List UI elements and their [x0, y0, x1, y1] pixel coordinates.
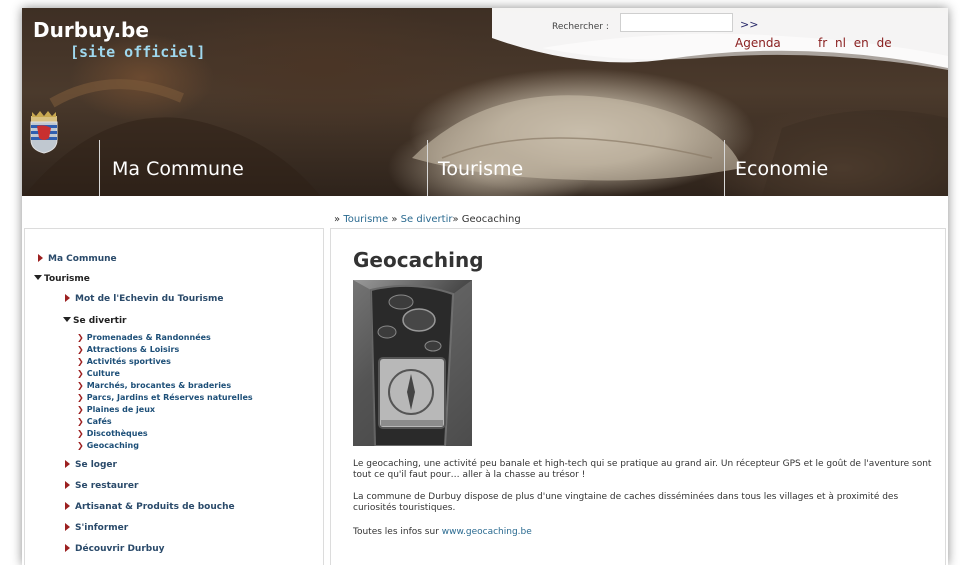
chevron-right-icon: ❯	[77, 441, 84, 450]
triangle-right-icon	[38, 254, 43, 262]
nav-separator	[99, 140, 100, 196]
lang-de-link[interactable]: de	[877, 36, 892, 50]
chevron-right-icon: ❯	[77, 429, 84, 438]
sidebar-item-label: Tourisme	[44, 274, 90, 284]
sidebar-item-label: S'informer	[75, 523, 129, 533]
content-paragraph-intro: Le geocaching, une activité peu banale e…	[353, 459, 932, 480]
sidebar-leaf-discotheques[interactable]: ❯ Discothèques	[77, 429, 148, 438]
sidebar-item-mot-echevin[interactable]: Mot de l'Echevin du Tourisme	[65, 294, 223, 304]
infos-text: Toutes les infos sur	[353, 527, 442, 537]
sidebar-item-ma-commune[interactable]: Ma Commune	[38, 254, 117, 264]
triangle-right-icon	[65, 544, 70, 552]
sidebar-item-label: Se divertir	[73, 316, 127, 326]
breadcrumb-separator: »	[334, 214, 341, 225]
sidebar-leaf-attractions[interactable]: ❯ Attractions & Loisirs	[77, 345, 179, 354]
sidebar-leaf-label: Plaines de jeux	[86, 405, 156, 414]
site-header-banner: Durbuy.be [site officiel] Rechercher : >…	[22, 8, 948, 196]
lang-fr-link[interactable]: fr	[818, 36, 827, 50]
sidebar-item-informer[interactable]: S'informer	[65, 523, 128, 533]
chevron-right-icon: ❯	[77, 357, 84, 366]
sidebar-leaf-label: Geocaching	[86, 441, 139, 450]
triangle-right-icon	[65, 481, 70, 489]
site-logo-name[interactable]: Durbuy.be	[33, 18, 149, 42]
triangle-down-icon	[34, 275, 42, 280]
nav-separator	[724, 140, 725, 196]
breadcrumb-current: Geocaching	[461, 214, 521, 225]
chevron-right-icon: ❯	[77, 345, 84, 354]
sidebar-item-tourisme[interactable]: Tourisme	[34, 274, 90, 284]
breadcrumb-separator: »	[452, 214, 459, 225]
breadcrumb-se-divertir[interactable]: Se divertir	[401, 214, 453, 225]
nav-ma-commune[interactable]: Ma Commune	[112, 158, 244, 180]
chevron-right-icon: ❯	[77, 393, 84, 402]
sidebar-leaf-label: Promenades & Randonnées	[86, 333, 211, 342]
sidebar-leaf-label: Culture	[86, 369, 120, 378]
sidebar-item-label: Mot de l'Echevin du Tourisme	[75, 294, 224, 304]
geocaching-website-link[interactable]: www.geocaching.be	[442, 527, 532, 537]
search-label: Rechercher :	[552, 22, 609, 32]
site-logo-subtitle[interactable]: [site officiel]	[70, 43, 205, 61]
nav-tourisme[interactable]: Tourisme	[438, 158, 523, 180]
sidebar-leaf-activites[interactable]: ❯ Activités sportives	[77, 357, 171, 366]
sidebar-item-se-loger[interactable]: Se loger	[65, 460, 117, 470]
sidebar-leaf-culture[interactable]: ❯ Culture	[77, 369, 120, 378]
nav-economie[interactable]: Economie	[735, 158, 828, 180]
nav-separator	[427, 140, 428, 196]
chevron-right-icon: ❯	[77, 381, 84, 390]
search-input[interactable]	[620, 13, 733, 32]
language-switcher: fr nl en de	[818, 36, 896, 50]
browser-page-frame: Durbuy.be [site officiel] Rechercher : >…	[22, 8, 948, 565]
triangle-down-icon	[63, 317, 71, 322]
sidebar-leaf-label: Parcs, Jardins et Réserves naturelles	[86, 393, 253, 402]
agenda-link[interactable]: Agenda	[735, 36, 781, 50]
sidebar-item-label: Se loger	[75, 460, 117, 470]
triangle-right-icon	[65, 523, 70, 531]
sidebar-item-se-divertir[interactable]: Se divertir	[63, 316, 126, 326]
gps-device-image	[353, 280, 472, 446]
breadcrumb-tourisme[interactable]: Tourisme	[343, 214, 388, 225]
sidebar-leaf-label: Cafés	[86, 417, 112, 426]
sidebar-leaf-label: Attractions & Loisirs	[86, 345, 180, 354]
sidebar-leaf-parcs[interactable]: ❯ Parcs, Jardins et Réserves naturelles	[77, 393, 253, 402]
sidebar-item-label: Se restaurer	[75, 481, 139, 491]
sidebar-leaf-marches[interactable]: ❯ Marchés, brocantes & braderies	[77, 381, 231, 390]
sidebar-item-label: Ma Commune	[48, 254, 117, 264]
sidebar-leaf-promenades[interactable]: ❯ Promenades & Randonnées	[77, 333, 211, 342]
sidebar-leaf-plaines[interactable]: ❯ Plaines de jeux	[77, 405, 155, 414]
breadcrumb-separator: »	[391, 214, 398, 225]
durbuy-crest-icon[interactable]	[27, 108, 61, 154]
sidebar-leaf-cafes[interactable]: ❯ Cafés	[77, 417, 112, 426]
content-paragraph-infos: Toutes les infos sur www.geocaching.be	[353, 527, 933, 538]
breadcrumb: » Tourisme » Se divertir» Geocaching	[334, 214, 521, 225]
search-submit-button[interactable]: >>	[740, 18, 758, 31]
chevron-right-icon: ❯	[77, 417, 84, 426]
sidebar-item-decouvrir[interactable]: Découvrir Durbuy	[65, 544, 165, 554]
chevron-right-icon: ❯	[77, 333, 84, 342]
sidebar-leaf-label: Discothèques	[86, 429, 148, 438]
content-paragraph-caches: La commune de Durbuy dispose de plus d'u…	[353, 492, 899, 513]
triangle-right-icon	[65, 460, 70, 468]
gps-device-illustration	[353, 280, 472, 446]
sidebar-item-artisanat[interactable]: Artisanat & Produits de bouche	[65, 502, 235, 512]
sidebar-leaf-geocaching[interactable]: ❯ Geocaching	[77, 441, 139, 450]
sidebar-leaf-label: Activités sportives	[86, 357, 171, 366]
lang-nl-link[interactable]: nl	[835, 36, 846, 50]
sidebar-item-label: Découvrir Durbuy	[75, 544, 165, 554]
chevron-right-icon: ❯	[77, 369, 84, 378]
sidebar-item-label: Artisanat & Produits de bouche	[75, 502, 235, 512]
page-title: Geocaching	[353, 248, 484, 272]
sidebar-leaf-label: Marchés, brocantes & braderies	[86, 381, 232, 390]
triangle-right-icon	[65, 294, 70, 302]
lang-en-link[interactable]: en	[854, 36, 869, 50]
sidebar-item-se-restaurer[interactable]: Se restaurer	[65, 481, 138, 491]
chevron-right-icon: ❯	[77, 405, 84, 414]
triangle-right-icon	[65, 502, 70, 510]
